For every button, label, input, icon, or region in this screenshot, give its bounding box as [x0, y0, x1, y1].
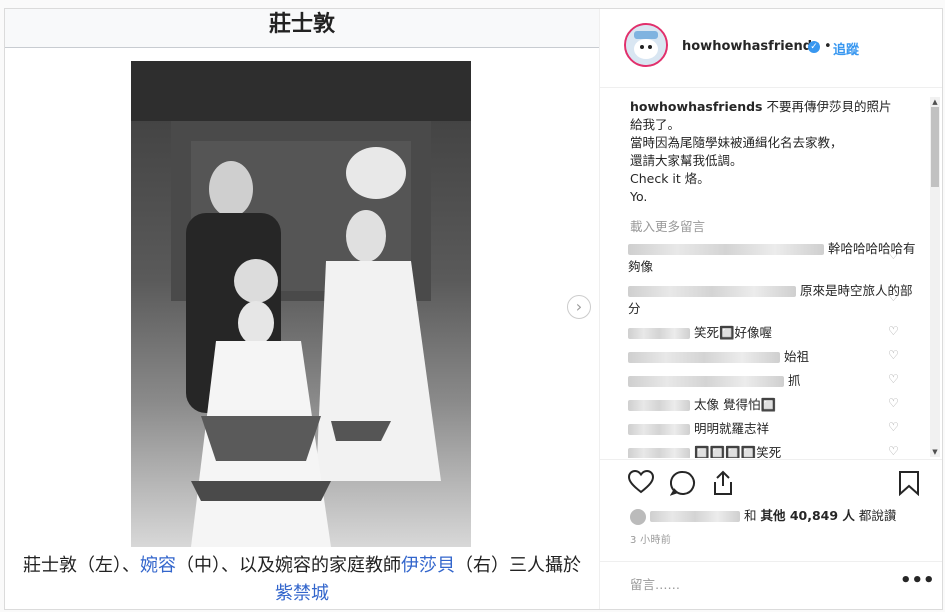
comments-list: howhowhasfriends 不要再傳伊莎貝的照片給我了。 當時因為尾隨學妹… — [600, 88, 930, 458]
load-more-comments[interactable]: 載入更多留言 — [630, 216, 705, 235]
comment-row: 太像 覺得怕🔲 — [628, 396, 918, 414]
action-bar — [600, 459, 942, 500]
comment-text: 太像 覺得怕🔲 — [693, 397, 777, 412]
post-sidebar: howhowhasfriends ✓ • 追蹤 howhowhasfriends… — [600, 9, 942, 609]
comments-scrollbar[interactable]: ▲ ▼ — [930, 97, 940, 457]
blurred-username — [628, 244, 824, 255]
blurred-username — [628, 376, 784, 387]
post-timestamp[interactable]: 3 小時前 — [630, 531, 671, 546]
caption-text-3: （右）三人攝於 — [455, 555, 581, 576]
title-divider — [5, 47, 599, 48]
link-isabel[interactable]: 伊莎貝 — [401, 555, 455, 576]
blurred-username — [628, 448, 690, 458]
caption-text-2: （中）、以及婉容的家庭教師 — [176, 555, 401, 576]
comment-row: 幹哈哈哈哈哈有夠像 — [628, 240, 918, 276]
caption-username[interactable]: howhowhasfriends — [630, 99, 763, 114]
heart-icon[interactable] — [627, 469, 655, 498]
scroll-up-arrow-icon[interactable]: ▲ — [930, 97, 940, 107]
post-caption: howhowhasfriends 不要再傳伊莎貝的照片給我了。 當時因為尾隨學妹… — [630, 98, 900, 206]
comment-row: 明明就羅志祥 — [628, 420, 918, 438]
comment-text: 笑死🔲好像喔 — [693, 325, 773, 340]
comment-like-heart-icon[interactable]: ♡ — [888, 248, 899, 262]
more-options-icon[interactable]: ••• — [900, 570, 935, 591]
comment-like-heart-icon[interactable]: ♡ — [888, 324, 899, 338]
liker-avatar[interactable] — [630, 508, 646, 525]
comment-row: 🔲🔲🔲🔲笑死 — [628, 444, 918, 458]
historical-photo — [131, 61, 471, 547]
comment-like-heart-icon[interactable]: ♡ — [888, 372, 899, 386]
caption-text-1: 莊士敦（左）、 — [23, 555, 140, 576]
link-wanrong[interactable]: 婉容 — [140, 555, 176, 576]
separator-dot: • — [824, 39, 832, 54]
post-frame: 莊士敦 › 莊士敦（左）、婉容（中）、以及婉容的家庭教師伊莎貝（右）三人攝於紫禁… — [4, 8, 943, 610]
caption-line-5: Yo. — [630, 189, 648, 204]
scroll-down-arrow-icon[interactable]: ▼ — [930, 447, 940, 457]
caption-line-4: Check it 烙。 — [630, 171, 710, 186]
comment-row: 笑死🔲好像喔 — [628, 324, 918, 342]
share-icon[interactable] — [711, 470, 735, 500]
blurred-username — [628, 328, 690, 339]
post-header: howhowhasfriends ✓ • 追蹤 — [600, 9, 942, 88]
likes-prefix: 和 — [743, 508, 757, 523]
blurred-username — [628, 400, 690, 411]
comment-like-heart-icon[interactable]: ♡ — [888, 420, 899, 434]
likes-summary: 和 其他 40,849 人 都說讚 — [630, 505, 896, 525]
comment-like-heart-icon[interactable]: ♡ — [888, 396, 899, 410]
article-title: 莊士敦 — [5, 9, 599, 47]
media-panel: 莊士敦 › 莊士敦（左）、婉容（中）、以及婉容的家庭教師伊莎貝（右）三人攝於紫禁… — [5, 9, 600, 609]
caption-line-3: 還請大家幫我低調。 — [630, 153, 743, 168]
blurred-username — [628, 286, 796, 297]
photo-caption: 莊士敦（左）、婉容（中）、以及婉容的家庭教師伊莎貝（右）三人攝於紫禁城 — [15, 552, 589, 608]
avatar[interactable] — [624, 23, 668, 67]
comment-row: 始祖 — [628, 348, 918, 366]
bookmark-icon[interactable] — [898, 470, 920, 500]
scroll-thumb[interactable] — [931, 107, 939, 187]
comment-like-heart-icon[interactable]: ♡ — [888, 444, 899, 458]
add-comment-bar: 留言…… ••• — [600, 561, 942, 610]
next-image-button[interactable]: › — [567, 295, 591, 319]
blurred-liker-name — [650, 511, 740, 522]
comment-text: 始祖 — [783, 349, 809, 364]
caption-line-2: 當時因為尾隨學妹被通緝化名去家教， — [630, 135, 843, 150]
verified-badge-icon: ✓ — [808, 41, 820, 53]
add-comment-input[interactable]: 留言…… — [630, 574, 680, 593]
follow-button[interactable]: 追蹤 — [833, 39, 859, 58]
link-forbidden-city[interactable]: 紫禁城 — [275, 583, 329, 604]
comment-text: 抓 — [787, 373, 801, 388]
likes-count-link[interactable]: 其他 40,849 人 — [760, 508, 854, 523]
comment-row: 抓 — [628, 372, 918, 390]
comment-icon[interactable] — [669, 470, 696, 500]
comment-text: 🔲🔲🔲🔲笑死 — [693, 445, 782, 458]
blurred-username — [628, 352, 780, 363]
blurred-username — [628, 424, 690, 435]
comment-row: 原來是時空旅人的部分 — [628, 282, 918, 318]
comment-text: 明明就羅志祥 — [693, 421, 769, 436]
likes-suffix: 都說讚 — [858, 508, 897, 523]
username-link[interactable]: howhowhasfriends — [682, 39, 820, 54]
comment-like-heart-icon[interactable]: ♡ — [888, 348, 899, 362]
comment-like-heart-icon[interactable]: ♡ — [888, 290, 899, 304]
